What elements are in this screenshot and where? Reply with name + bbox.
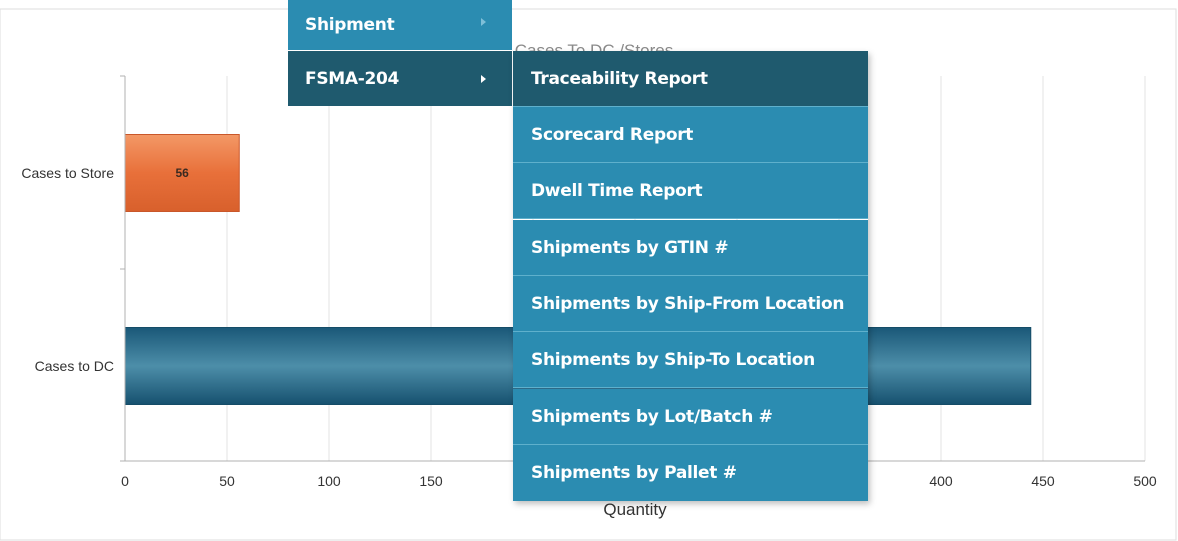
y-category-label: Cases to DC xyxy=(35,358,114,374)
submenu-item-label: Scorecard Report xyxy=(531,124,694,145)
submenu-item-label: Dwell Time Report xyxy=(531,180,703,201)
submenu-item-label: Shipments by Ship-To Location xyxy=(531,349,815,370)
x-tick-label: 0 xyxy=(121,473,129,489)
x-tick-label: 50 xyxy=(219,473,235,489)
menu-item-shipment[interactable]: Shipment xyxy=(288,0,512,50)
bar-data-label: 56 xyxy=(175,166,189,180)
x-tick-label: 400 xyxy=(929,473,953,489)
caret-right-icon xyxy=(481,18,486,26)
x-axis-title: Quantity xyxy=(603,500,667,519)
submenu-item-label: Shipments by Pallet # xyxy=(531,463,737,483)
submenu-item-shipments-by-ship-to[interactable]: Shipments by Ship-To Location xyxy=(513,332,868,388)
caret-right-icon xyxy=(481,75,486,83)
menu-item-shipment-label: Shipment xyxy=(305,15,395,35)
menu-item-fsma-204-label: FSMA-204 xyxy=(305,68,400,89)
y-category-label: Cases to Store xyxy=(21,165,114,181)
x-tick-label: 500 xyxy=(1133,473,1157,489)
fsma-204-submenu: Traceability Report Scorecard Report Dwe… xyxy=(513,51,868,501)
submenu-item-shipments-by-ship-from[interactable]: Shipments by Ship-From Location xyxy=(513,276,868,332)
submenu-item-label: Shipments by GTIN # xyxy=(531,237,729,258)
submenu-item-scorecard-report[interactable]: Scorecard Report xyxy=(513,107,868,163)
x-tick-label: 100 xyxy=(317,473,341,489)
submenu-item-traceability-report[interactable]: Traceability Report xyxy=(513,51,868,107)
x-tick-label: 150 xyxy=(419,473,443,489)
submenu-item-label: Shipments by Lot/Batch # xyxy=(531,406,773,427)
submenu-item-dwell-time-report[interactable]: Dwell Time Report xyxy=(513,163,868,219)
submenu-item-shipments-by-pallet[interactable]: Shipments by Pallet # xyxy=(513,445,868,501)
submenu-item-shipments-by-gtin[interactable]: Shipments by GTIN # xyxy=(513,220,868,276)
submenu-item-label: Traceability Report xyxy=(531,68,708,89)
x-tick-label: 450 xyxy=(1031,473,1055,489)
submenu-item-label: Shipments by Ship-From Location xyxy=(531,293,845,314)
submenu-item-shipments-by-lot-batch[interactable]: Shipments by Lot/Batch # xyxy=(513,389,868,445)
menu-item-fsma-204[interactable]: FSMA-204 xyxy=(288,51,512,106)
